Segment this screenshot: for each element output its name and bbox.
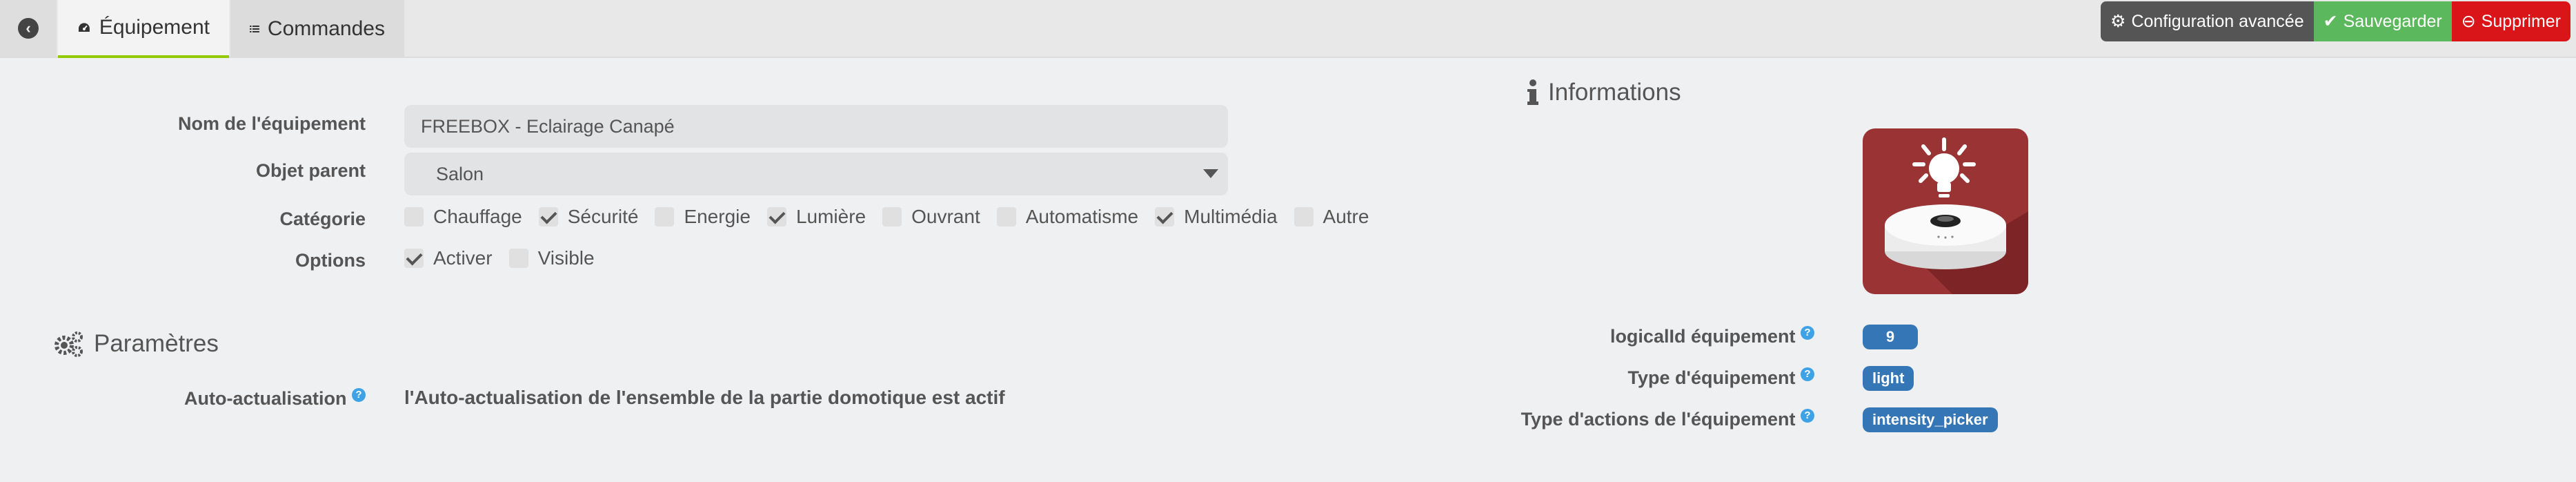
advanced-config-button[interactable]: ⚙ Configuration avancée — [2101, 1, 2314, 41]
help-icon[interactable]: ? — [1801, 326, 1814, 340]
auto-refresh-description: l'Auto-actualisation de l'ensemble de la… — [404, 387, 1005, 408]
list-icon — [250, 26, 259, 32]
check-circle-icon: ✔ — [2323, 12, 2338, 31]
lightbulb-freebox-icon — [1885, 137, 2028, 294]
help-icon[interactable]: ? — [1801, 409, 1814, 423]
checkbox-label: Chauffage — [433, 206, 522, 227]
equipment-type-badge: light — [1863, 366, 1914, 391]
checkbox-label: Multimédia — [1184, 206, 1278, 227]
parent-select-value: Salon — [436, 163, 484, 184]
checkbox-label: Visible — [537, 247, 595, 269]
info-title: Informations — [1548, 79, 1681, 106]
back-button[interactable]: ‹ — [0, 0, 57, 57]
checkbox[interactable] — [404, 207, 424, 226]
equipment-image — [1863, 128, 2028, 294]
help-icon[interactable]: ? — [352, 388, 366, 402]
category-multimedia[interactable]: Multimédia — [1155, 206, 1278, 228]
checkbox[interactable] — [996, 207, 1016, 226]
equipment-type-label: Type d'équipement ? — [1449, 367, 1814, 389]
checkbox[interactable] — [1294, 207, 1314, 226]
checkbox-label: Lumière — [795, 206, 866, 227]
category-checkboxes: Chauffage Sécurité Energie Lumière Ouvra… — [404, 206, 1385, 228]
options-checkboxes: Activer Visible — [404, 247, 611, 269]
cogs-icon — [55, 331, 83, 357]
logicalid-label: logicalId équipement ? — [1449, 326, 1814, 347]
action-type-label-text: Type d'actions de l'équipement — [1520, 409, 1796, 430]
help-icon[interactable]: ? — [1801, 367, 1814, 381]
minus-circle-icon: ⊖ — [2461, 12, 2476, 31]
checkbox-label: Energie — [684, 206, 751, 227]
save-button[interactable]: ✔ Sauvegarder — [2313, 1, 2452, 41]
category-energie[interactable]: Energie — [655, 206, 751, 228]
checkbox-label: Automatisme — [1025, 206, 1139, 227]
logicalid-badge: 9 — [1863, 325, 1918, 349]
category-autre[interactable]: Autre — [1294, 206, 1369, 228]
category-chauffage[interactable]: Chauffage — [404, 206, 522, 228]
info-icon — [1527, 79, 1538, 105]
option-visible[interactable]: Visible — [508, 247, 595, 269]
action-type-label: Type d'actions de l'équipement ? — [1449, 409, 1814, 430]
checkbox[interactable] — [882, 207, 902, 226]
checkbox[interactable] — [538, 207, 558, 226]
delete-label: Supprimer — [2481, 11, 2561, 31]
checkbox-label: Activer — [433, 247, 493, 269]
category-lumiere[interactable]: Lumière — [766, 206, 866, 228]
parent-select[interactable]: Salon — [404, 153, 1228, 195]
checkbox-label: Sécurité — [567, 206, 639, 227]
info-section-title: Informations — [1527, 79, 1681, 106]
delete-button[interactable]: ⊖ Supprimer — [2451, 1, 2570, 41]
save-label: Sauvegarder — [2343, 11, 2442, 31]
logicalid-label-text: logicalId équipement — [1609, 326, 1796, 347]
tab-commandes-label: Commandes — [267, 17, 385, 40]
checkbox[interactable] — [655, 207, 675, 226]
checkbox-label: Ouvrant — [911, 206, 980, 227]
name-input[interactable]: FREEBOX - Eclairage Canapé — [404, 105, 1228, 148]
category-automatisme[interactable]: Automatisme — [996, 206, 1139, 228]
equipment-type-label-text: Type d'équipement — [1627, 367, 1796, 388]
caret-down-icon — [1203, 169, 1218, 178]
advanced-config-label: Configuration avancée — [2131, 11, 2304, 31]
category-securite[interactable]: Sécurité — [538, 206, 639, 228]
params-title: Paramètres — [94, 330, 219, 357]
parent-label: Objet parent — [255, 160, 366, 181]
category-ouvrant[interactable]: Ouvrant — [882, 206, 980, 228]
tachometer-icon — [78, 23, 90, 32]
params-section-title: Paramètres — [54, 330, 219, 358]
action-buttons: ⚙ Configuration avancée ✔ Sauvegarder ⊖ … — [2101, 1, 2570, 41]
tab-commandes[interactable]: Commandes — [230, 0, 404, 58]
tab-equipement-label: Équipement — [99, 16, 210, 39]
auto-refresh-label: Auto-actualisation ? — [131, 388, 366, 409]
checkbox[interactable] — [766, 207, 786, 226]
option-activer[interactable]: Activer — [404, 247, 493, 269]
name-label: Nom de l'équipement — [178, 113, 366, 134]
auto-refresh-label-text: Auto-actualisation — [184, 388, 347, 409]
checkbox[interactable] — [508, 249, 528, 268]
category-label: Catégorie — [279, 209, 366, 229]
action-type-badge: intensity_picker — [1863, 407, 1998, 432]
checkbox[interactable] — [404, 249, 424, 268]
tab-equipement[interactable]: Équipement — [58, 0, 229, 58]
options-label: Options — [295, 250, 366, 271]
arrow-left-circle-icon: ‹ — [18, 18, 39, 39]
checkbox[interactable] — [1155, 207, 1175, 226]
checkbox-label: Autre — [1322, 206, 1369, 227]
cogs-icon: ⚙ — [2110, 12, 2126, 31]
